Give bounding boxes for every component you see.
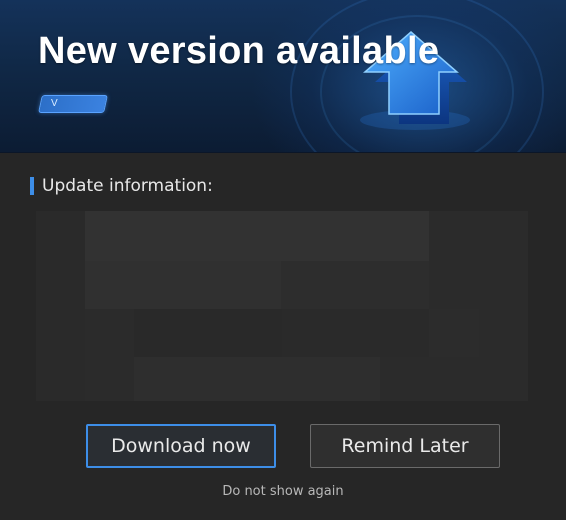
section-label: Update information: xyxy=(42,176,213,196)
accent-bar xyxy=(30,177,34,195)
redacted-block xyxy=(36,211,85,401)
redacted-block xyxy=(85,211,429,261)
remind-later-button[interactable]: Remind Later xyxy=(310,424,500,468)
header-banner: New version available V xyxy=(0,0,566,153)
redacted-block xyxy=(282,309,429,357)
update-dialog: New version available V Update informati… xyxy=(0,0,566,520)
redacted-block xyxy=(134,309,282,357)
version-label: V xyxy=(51,98,58,109)
dialog-title: New version available xyxy=(38,30,440,72)
update-info-panel[interactable] xyxy=(36,211,528,401)
redacted-block xyxy=(134,357,380,401)
download-now-button[interactable]: Download now xyxy=(86,424,276,468)
version-badge: V xyxy=(38,95,108,113)
do-not-show-again-link[interactable]: Do not show again xyxy=(0,484,566,499)
redacted-block xyxy=(281,261,429,309)
section-heading: Update information: xyxy=(30,176,213,196)
redacted-block xyxy=(85,261,281,309)
redacted-block xyxy=(429,309,479,357)
